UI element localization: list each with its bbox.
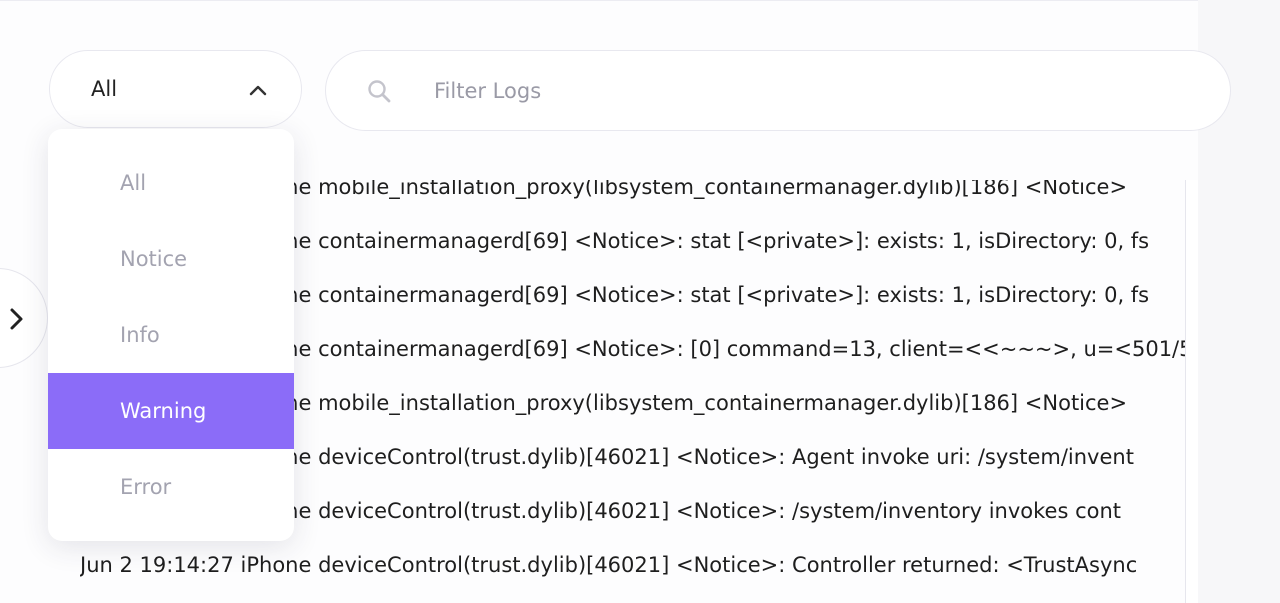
log-level-select[interactable]: All: [49, 50, 302, 128]
log-line: Jun 2 19:14:27 iPhone deviceControl(trus…: [80, 553, 1138, 577]
dropdown-option-warning[interactable]: Warning: [48, 373, 294, 449]
dropdown-option-info[interactable]: Info: [48, 297, 294, 373]
chevron-right-icon: [10, 308, 23, 330]
search-icon: [368, 80, 391, 103]
filter-logs-search[interactable]: [325, 50, 1231, 131]
log-level-value: All: [91, 77, 118, 101]
dropdown-option-error[interactable]: Error: [48, 449, 294, 525]
log-viewer-page: All Jun 2 19:14:27 iPhone mobile_install…: [0, 0, 1280, 603]
top-divider: [0, 0, 1280, 1]
dropdown-option-all[interactable]: All: [48, 145, 294, 221]
log-level-dropdown: All Notice Info Warning Error: [48, 129, 294, 541]
search-input[interactable]: [434, 73, 1194, 109]
chevron-up-icon: [249, 85, 267, 96]
dropdown-option-notice[interactable]: Notice: [48, 221, 294, 297]
log-scrollbar[interactable]: [1185, 180, 1198, 603]
sidebar-toggle-button[interactable]: [0, 268, 48, 368]
